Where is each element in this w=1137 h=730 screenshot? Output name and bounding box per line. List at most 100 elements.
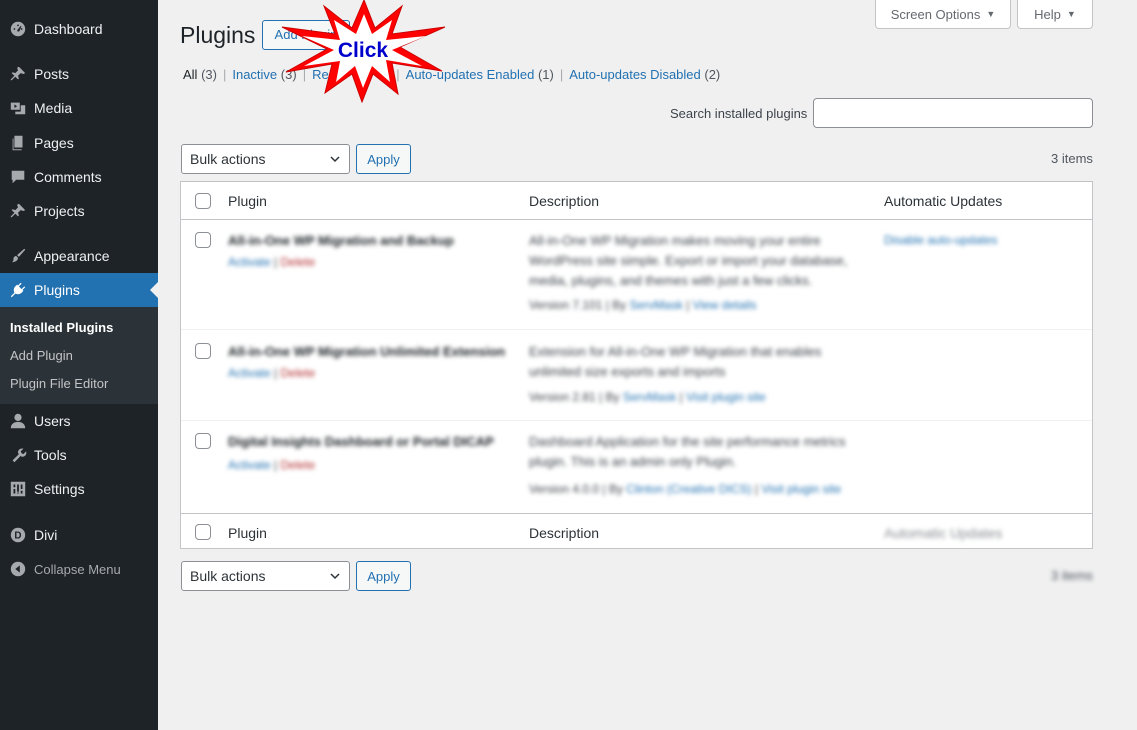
row-checkbox[interactable]	[195, 433, 211, 449]
comments-icon	[0, 168, 34, 186]
version-text: Version 4.0.0 | By	[529, 482, 627, 496]
author-link[interactable]: ServMask	[623, 390, 676, 404]
column-header-auto-updates: Automatic Updates	[884, 193, 1003, 209]
menu-label: Users	[34, 413, 71, 429]
divi-icon: D	[0, 526, 34, 544]
plugin-status-filters: All (3) | Inactive (3) | Re3) | Auto-upd…	[183, 67, 720, 82]
details-link[interactable]: View details	[693, 298, 757, 312]
filter-auto-updates-disabled[interactable]: Auto-updates Disabled	[569, 67, 701, 82]
menu-label: Tools	[34, 447, 67, 463]
pin-icon	[0, 202, 34, 220]
pages-icon	[0, 134, 34, 152]
apply-button-bottom[interactable]: Apply	[356, 561, 411, 591]
description-line: plugin. This is an admin only Plugin.	[529, 454, 737, 469]
bulk-actions-select-top[interactable]: Bulk actions	[181, 144, 350, 174]
items-count-top: 3 items	[1051, 151, 1093, 166]
menu-users[interactable]: Users	[0, 404, 158, 438]
plugin-name: All-in-One WP Migration and Backup	[228, 233, 454, 248]
filter-all-count: (3)	[201, 67, 217, 82]
plugin-name: Digital Insights Dashboard or Portal DIC…	[228, 434, 494, 449]
help-label: Help	[1034, 6, 1061, 22]
menu-appearance[interactable]: Appearance	[0, 239, 158, 273]
plugin-description: All-in-One WP Migration makes moving you…	[529, 231, 859, 291]
menu-comments[interactable]: Comments	[0, 160, 158, 194]
filter-auto-disabled-count: (2)	[704, 67, 721, 82]
delete-link[interactable]: Delete	[280, 458, 315, 472]
version-text: Version 7.101 | By	[529, 298, 630, 312]
page-title: Plugins	[180, 22, 256, 48]
menu-plugins[interactable]: Plugins	[0, 273, 158, 307]
plugin-version: Version 2.81 | By ServMask | Visit plugi…	[529, 390, 766, 404]
wrench-icon	[0, 446, 34, 464]
author-link[interactable]: ServMask	[630, 298, 683, 312]
submenu-installed-plugins[interactable]: Installed Plugins	[0, 314, 158, 342]
filter-auto-enabled-count: (1)	[537, 67, 554, 82]
column-header-plugin[interactable]: Plugin	[228, 193, 267, 209]
plugin-description: Dashboard Application for the site perfo…	[529, 432, 859, 472]
chevron-down-icon	[330, 156, 340, 163]
activate-link[interactable]: Activate	[228, 366, 271, 380]
search-label: Search installed plugins	[670, 106, 808, 121]
help-button[interactable]: Help ▼	[1017, 0, 1093, 29]
disable-auto-updates-link[interactable]: Disable auto-updates	[884, 233, 997, 247]
column-footer-auto-updates: Automatic Updates	[884, 525, 1003, 541]
details-link[interactable]: Visit plugin site	[761, 482, 841, 496]
row-checkbox[interactable]	[195, 343, 211, 359]
activate-link[interactable]: Activate	[228, 458, 271, 472]
menu-projects[interactable]: Projects	[0, 194, 158, 228]
details-link[interactable]: Visit plugin site	[686, 390, 766, 404]
column-footer-plugin[interactable]: Plugin	[228, 525, 267, 541]
description-line: All-in-One WP Migration makes moving you…	[529, 233, 821, 248]
screen-options-button[interactable]: Screen Options ▼	[875, 0, 1011, 29]
admin-sidebar: Dashboard Posts Media Pages Comments Pro…	[0, 0, 158, 730]
menu-label: Dashboard	[34, 21, 103, 37]
select-all-checkbox-footer[interactable]	[195, 524, 211, 540]
row-actions: Activate | Delete	[228, 458, 316, 472]
submenu-plugin-file-editor[interactable]: Plugin File Editor	[0, 370, 158, 398]
menu-pages[interactable]: Pages	[0, 126, 158, 160]
delete-link[interactable]: Delete	[280, 255, 315, 269]
row-divider	[181, 420, 1092, 421]
plugins-submenu: Installed Plugins Add Plugin Plugin File…	[0, 307, 158, 404]
users-icon	[0, 412, 34, 430]
settings-icon	[0, 480, 34, 498]
delete-link[interactable]: Delete	[280, 366, 315, 380]
brush-icon	[0, 247, 34, 265]
caret-down-icon: ▼	[986, 9, 996, 19]
column-header-description: Description	[529, 193, 600, 209]
menu-label: Divi	[34, 527, 58, 543]
menu-settings[interactable]: Settings	[0, 472, 158, 506]
menu-label: Appearance	[34, 248, 110, 264]
plugins-table: Plugin Description Automatic Updates All…	[180, 181, 1093, 549]
filter-inactive[interactable]: Inactive	[232, 67, 277, 82]
menu-posts[interactable]: Posts	[0, 57, 158, 91]
menu-label: Projects	[34, 203, 85, 219]
row-actions: Activate | Delete	[228, 255, 316, 269]
row-divider	[181, 329, 1092, 330]
menu-media[interactable]: Media	[0, 91, 158, 125]
menu-label: Comments	[34, 169, 102, 185]
plugin-icon	[0, 281, 34, 299]
column-footer-description: Description	[529, 525, 600, 541]
activate-link[interactable]: Activate	[228, 255, 271, 269]
submenu-add-plugin[interactable]: Add Plugin	[0, 342, 158, 370]
apply-button-top[interactable]: Apply	[356, 144, 411, 174]
click-burst-annotation: Click	[281, 0, 446, 103]
collapse-menu-button[interactable]: Collapse Menu	[0, 552, 158, 586]
bulk-actions-select-bottom[interactable]: Bulk actions	[181, 561, 350, 591]
chevron-down-icon	[330, 573, 340, 580]
row-checkbox[interactable]	[195, 232, 211, 248]
click-text: Click	[338, 39, 389, 62]
menu-tools[interactable]: Tools	[0, 438, 158, 472]
menu-divi[interactable]: D Divi	[0, 518, 158, 552]
select-all-checkbox[interactable]	[195, 193, 211, 209]
menu-label: Posts	[34, 66, 70, 82]
filter-all[interactable]: All	[183, 67, 197, 82]
menu-label: Pages	[34, 135, 74, 151]
plugin-version: Version 7.101 | By ServMask | View detai…	[529, 298, 757, 312]
separator: |	[559, 67, 564, 82]
plugin-name: All-in-One WP Migration Unlimited Extens…	[228, 344, 506, 359]
author-link[interactable]: Clinton (Creative DICS)	[626, 482, 751, 496]
search-plugins-input[interactable]	[813, 98, 1093, 128]
menu-dashboard[interactable]: Dashboard	[0, 12, 158, 46]
